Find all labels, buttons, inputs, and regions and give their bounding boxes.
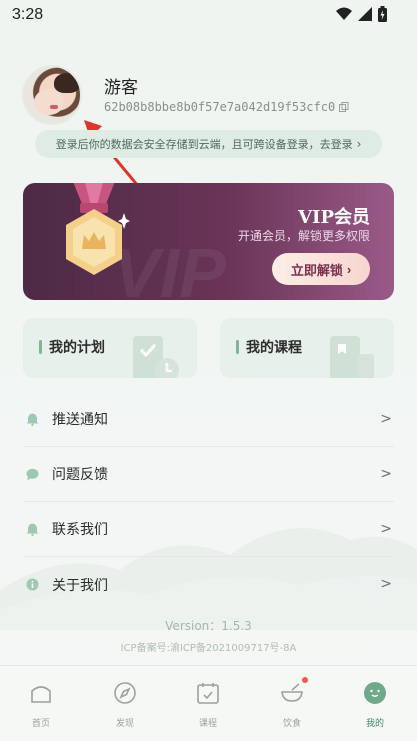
plan-illustration-icon <box>133 336 179 378</box>
menu-item-label: 关于我们 <box>52 577 108 594</box>
avatar-hair-shape <box>54 73 80 93</box>
notification-dot <box>302 677 308 683</box>
my-plan-label: 我的计划 <box>49 340 105 356</box>
login-prompt-text: 登录后你的数据会安全存储到云端，且可跨设备登录，去登录 <box>55 138 353 151</box>
username: 游客 <box>104 78 138 98</box>
info-icon <box>25 578 39 592</box>
copy-icon[interactable] <box>339 102 349 112</box>
menu-item-label: 推送通知 <box>52 412 108 428</box>
profile-header: 游客 62b08b8bbe8b0f57e7a042d19f53cfc0 <box>0 60 417 130</box>
vip-title: VIP会员 <box>298 207 370 228</box>
menu-item-push-notifications[interactable]: 推送通知 > <box>23 392 394 447</box>
avatar-lips-shape <box>50 105 58 109</box>
home-icon <box>28 680 54 706</box>
signal-icon <box>358 7 372 21</box>
my-course-label: 我的课程 <box>246 340 302 356</box>
unlock-button[interactable]: 立即解锁 › <box>272 253 370 285</box>
login-prompt-banner[interactable]: 登录后你的数据会安全存储到云端，且可跨设备登录，去登录 › <box>35 130 382 158</box>
chevron-right-icon: > <box>380 466 392 482</box>
tab-diet[interactable]: 饮食 <box>267 677 317 729</box>
user-id: 62b08b8bbe8b0f57e7a042d19f53cfc0 <box>104 100 336 114</box>
tab-label: 首页 <box>31 719 50 729</box>
calendar-check-icon <box>195 680 221 706</box>
menu-item-label: 问题反馈 <box>52 467 108 483</box>
bell-icon <box>25 412 39 426</box>
user-id-row: 62b08b8bbe8b0f57e7a042d19f53cfc0 <box>104 100 349 114</box>
course-illustration-icon <box>330 336 374 378</box>
chevron-right-icon: › <box>356 137 362 151</box>
tab-home[interactable]: 首页 <box>16 680 66 729</box>
icp-record[interactable]: ICP备案号:渝ICP备2021009717号-8A <box>0 639 417 654</box>
tab-label: 我的 <box>365 719 384 729</box>
bottom-tab-bar: 首页 发现 课程 饮食 我的 <box>0 665 417 741</box>
my-plan-card[interactable]: 我的计划 <box>23 318 197 378</box>
tab-me[interactable]: 我的 <box>350 680 400 729</box>
vip-subtitle: 开通会员，解锁更多权限 <box>237 229 370 243</box>
menu-item-feedback[interactable]: 问题反馈 > <box>23 447 394 502</box>
unlock-button-label: 立即解锁 <box>290 262 343 278</box>
accent-bar <box>39 340 42 354</box>
chevron-right-icon: > <box>380 411 392 427</box>
avatar[interactable] <box>22 65 82 125</box>
medal-icon <box>66 183 130 275</box>
chevron-right-icon: › <box>346 261 352 277</box>
accent-bar <box>236 340 239 354</box>
vip-card[interactable]: VIP VIP会员 开通会员，解锁更多权限 立即解锁 › <box>23 183 394 300</box>
tab-label: 课程 <box>198 719 217 729</box>
app-version: Version：1.5.3 <box>165 619 252 633</box>
bell-icon <box>25 522 39 536</box>
avatar-face-shape <box>34 89 64 115</box>
my-course-card[interactable]: 我的课程 <box>220 318 394 378</box>
tab-courses[interactable]: 课程 <box>183 680 233 729</box>
chevron-right-icon: > <box>380 521 392 537</box>
chat-bubble-icon <box>25 467 39 481</box>
menu-item-contact-us[interactable]: 联系我们 > <box>23 502 394 557</box>
wifi-icon <box>336 7 352 20</box>
tab-label: 饮食 <box>282 719 301 729</box>
battery-icon <box>378 6 387 22</box>
status-icons <box>336 6 387 22</box>
tab-discover[interactable]: 发现 <box>100 680 150 729</box>
menu-item-about-us[interactable]: 关于我们 > <box>23 557 394 612</box>
chevron-right-icon: > <box>380 576 392 592</box>
bowl-icon <box>279 677 308 706</box>
status-time: 3:28 <box>12 6 44 23</box>
status-bar: 3:28 <box>0 0 417 30</box>
tab-label: 发现 <box>115 719 134 729</box>
menu-item-label: 联系我们 <box>52 522 108 538</box>
compass-icon <box>112 680 138 706</box>
face-icon <box>362 680 388 706</box>
settings-menu: 推送通知 > 问题反馈 > 联系我们 > 关于我们 > <box>23 392 394 612</box>
